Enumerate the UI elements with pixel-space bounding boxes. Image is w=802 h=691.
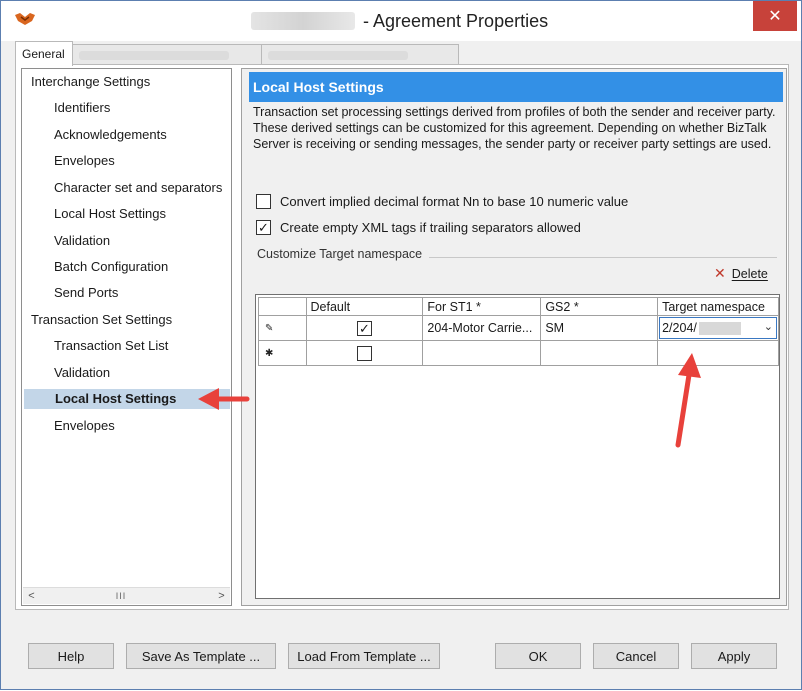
tree-item-label: Character set and separators — [54, 180, 223, 195]
target-namespace-combobox[interactable]: 2/204/ ⌄ — [659, 317, 777, 339]
column-header-default[interactable]: Default — [305, 297, 424, 316]
tree-item-label: Interchange Settings — [31, 74, 151, 89]
checkmark-icon: ✓ — [258, 219, 269, 235]
tab-redacted-2[interactable] — [261, 44, 459, 65]
scroll-thumb-grip-icon[interactable]: III — [111, 590, 131, 602]
target-namespace-grid[interactable]: Default For ST1 * GS2 * Target namespace… — [255, 294, 780, 599]
scroll-left-button[interactable]: < — [23, 588, 40, 604]
biztalk-app-icon — [15, 13, 35, 25]
cancel-button[interactable]: Cancel — [593, 643, 679, 669]
column-header-gs2[interactable]: GS2 * — [540, 297, 659, 316]
column-header-target-namespace[interactable]: Target namespace — [657, 297, 779, 316]
grid-table: Default For ST1 * GS2 * Target namespace… — [258, 297, 779, 366]
settings-detail-pane: Local Host Settings Transaction set proc… — [241, 68, 787, 606]
redacted-tab-label — [268, 50, 408, 60]
tree-item-label: Local Host Settings — [55, 391, 177, 406]
section-description: Transaction set processing settings deri… — [253, 105, 776, 151]
chevron-right-icon: > — [218, 590, 225, 602]
for-st1-cell[interactable]: 204-Motor Carrie... — [422, 315, 542, 341]
grid-row[interactable]: ✎ ✓ 204-Motor Carrie... SM 2/204/ ⌄ — [258, 315, 779, 341]
scroll-right-button[interactable]: > — [213, 588, 230, 604]
window-title-text: - Agreement Properties — [363, 10, 549, 31]
chevron-left-icon: < — [28, 590, 35, 602]
delete-label: Delete — [731, 266, 768, 281]
tree-item-label: Transaction Set Settings — [31, 312, 173, 327]
help-button[interactable]: Help — [28, 643, 114, 669]
tree-item-ts-local-host-settings[interactable]: Local Host Settings — [24, 389, 230, 409]
tree-item-interchange-settings[interactable]: Interchange Settings — [31, 72, 150, 92]
agreement-properties-window: - Agreement Properties ✕ General Interch… — [0, 0, 802, 690]
tree-item-character-set[interactable]: Character set and separators — [54, 178, 222, 198]
tree-item-transaction-set-settings[interactable]: Transaction Set Settings — [31, 310, 172, 330]
default-checkbox[interactable] — [356, 345, 372, 361]
close-icon: ✕ — [768, 8, 782, 25]
group-divider — [429, 257, 777, 258]
empty-xml-tags-label: Create empty XML tags if trailing separa… — [280, 219, 581, 235]
tree-item-label: Local Host Settings — [54, 206, 167, 221]
row-edit-marker-icon[interactable]: ✎ — [258, 315, 307, 341]
convert-decimal-checkbox[interactable] — [256, 193, 271, 209]
convert-decimal-checkbox-row[interactable]: Convert implied decimal format Nn to bas… — [256, 192, 628, 210]
ok-button[interactable]: OK — [495, 643, 581, 669]
tab-strip: General — [15, 41, 465, 66]
redacted-agreement-name — [251, 12, 355, 30]
tree-item-label: Transaction Set List — [54, 338, 169, 353]
tree-item-label: Envelopes — [54, 418, 115, 433]
title-bar: - Agreement Properties ✕ — [1, 1, 801, 41]
tree-item-validation[interactable]: Validation — [54, 231, 110, 251]
default-cell[interactable]: ✓ — [305, 315, 424, 341]
new-row-marker-icon[interactable]: ✱ — [258, 340, 307, 366]
tree-horizontal-scrollbar[interactable]: < III > — [23, 587, 230, 604]
target-namespace-cell[interactable] — [657, 340, 779, 366]
tree-item-identifiers[interactable]: Identifiers — [54, 98, 110, 118]
window-title: - Agreement Properties — [251, 9, 548, 33]
delete-button[interactable]: ✕ Delete — [714, 265, 768, 282]
grid-corner-cell — [258, 297, 307, 316]
tree-item-ts-envelopes[interactable]: Envelopes — [54, 416, 115, 436]
tree-item-envelopes[interactable]: Envelopes — [54, 151, 115, 171]
gs2-cell[interactable] — [540, 340, 659, 366]
target-namespace-group-label: Customize Target namespace — [257, 247, 423, 261]
gs2-cell[interactable]: SM — [540, 315, 659, 341]
tab-general[interactable]: General — [15, 41, 73, 66]
column-header-for-st1[interactable]: For ST1 * — [422, 297, 542, 316]
tab-general-label: General — [22, 47, 65, 61]
tree-item-label: Batch Configuration — [54, 259, 169, 274]
grid-header-row: Default For ST1 * GS2 * Target namespace — [258, 297, 779, 316]
convert-decimal-label: Convert implied decimal format Nn to bas… — [280, 193, 629, 209]
tree-item-label: Acknowledgements — [54, 127, 167, 142]
target-namespace-cell[interactable]: 2/204/ ⌄ — [657, 315, 779, 341]
save-as-template-button[interactable]: Save As Template ... — [126, 643, 276, 669]
tree-item-label: Validation — [54, 365, 111, 380]
tab-redacted-1[interactable] — [72, 44, 262, 65]
chevron-down-icon[interactable]: ⌄ — [764, 320, 773, 333]
empty-xml-tags-checkbox-row[interactable]: ✓ Create empty XML tags if trailing sepa… — [256, 218, 581, 236]
settings-tree[interactable]: Interchange Settings Identifiers Acknowl… — [21, 68, 232, 606]
tree-item-label: Identifiers — [54, 100, 111, 115]
tree-item-label: Validation — [54, 233, 111, 248]
apply-button[interactable]: Apply — [691, 643, 777, 669]
target-namespace-value: 2/204/ — [662, 321, 697, 335]
redacted-tab-label — [79, 50, 229, 60]
section-header: Local Host Settings — [249, 72, 783, 102]
tree-item-local-host-settings[interactable]: Local Host Settings — [54, 204, 166, 224]
tree-item-acknowledgements[interactable]: Acknowledgements — [54, 125, 167, 145]
tree-item-transaction-set-list[interactable]: Transaction Set List — [54, 336, 168, 356]
tree-item-ts-validation[interactable]: Validation — [54, 363, 110, 383]
tree-item-send-ports[interactable]: Send Ports — [54, 283, 118, 303]
tree-item-label: Envelopes — [54, 153, 115, 168]
delete-icon: ✕ — [714, 265, 726, 281]
redacted-namespace — [698, 321, 741, 335]
load-from-template-button[interactable]: Load From Template ... — [288, 643, 440, 669]
default-cell[interactable] — [305, 340, 424, 366]
empty-xml-tags-checkbox[interactable]: ✓ — [256, 219, 271, 235]
tree-item-label: Send Ports — [54, 285, 119, 300]
checkmark-icon: ✓ — [359, 320, 370, 336]
grid-new-row[interactable]: ✱ — [258, 340, 779, 366]
default-checkbox[interactable]: ✓ — [356, 320, 372, 336]
for-st1-cell[interactable] — [422, 340, 542, 366]
tree-item-batch-configuration[interactable]: Batch Configuration — [54, 257, 168, 277]
close-button[interactable]: ✕ — [753, 1, 797, 31]
